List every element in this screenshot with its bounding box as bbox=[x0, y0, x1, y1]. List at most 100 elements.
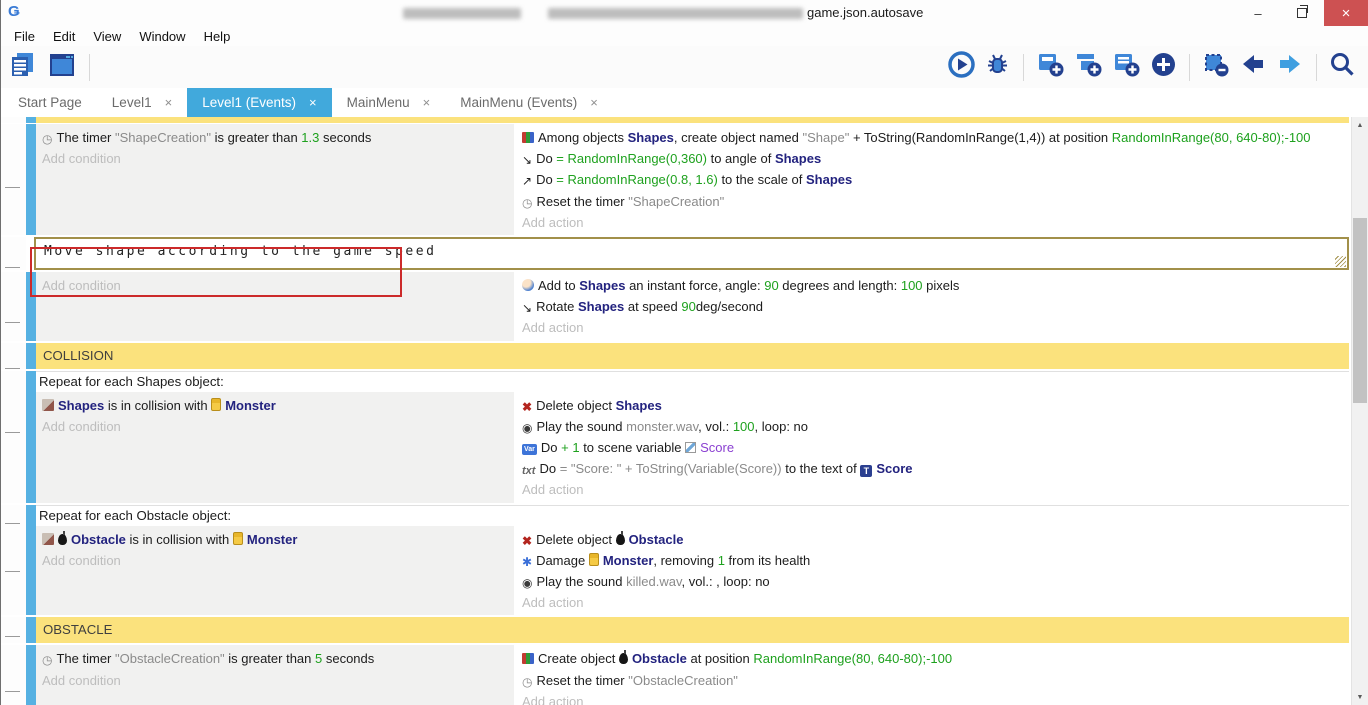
object-name: Shapes bbox=[775, 151, 821, 166]
text-segment: to the text of bbox=[782, 461, 861, 476]
condition-line[interactable]: ◷The timer "ObstacleCreation" is greater… bbox=[36, 648, 514, 669]
gutter-tick bbox=[5, 267, 20, 268]
remove-event-button[interactable] bbox=[1202, 51, 1230, 83]
add-comment-icon bbox=[1112, 51, 1141, 83]
add-action-button[interactable]: Add action bbox=[516, 592, 1349, 613]
event-selection-bar[interactable] bbox=[26, 617, 36, 643]
action-line[interactable]: Add to Shapes an instant force, angle: 9… bbox=[516, 275, 1349, 296]
open-project-button[interactable] bbox=[8, 51, 38, 84]
tab-close-icon[interactable]: × bbox=[165, 95, 173, 110]
timer-icon: ◷ bbox=[522, 197, 532, 209]
text-segment: 90 bbox=[681, 299, 695, 314]
restore-icon bbox=[1297, 8, 1307, 18]
condition-line[interactable]: ◷The timer "ShapeCreation" is greater th… bbox=[36, 127, 514, 148]
action-line[interactable]: Among objects Shapes, create object name… bbox=[516, 127, 1349, 148]
object-name: Shapes bbox=[579, 278, 625, 293]
event-selection-bar[interactable] bbox=[26, 392, 36, 503]
tab-level1-events[interactable]: Level1 (Events)× bbox=[187, 88, 331, 117]
vertical-scrollbar[interactable]: ▲ ▼ bbox=[1351, 117, 1368, 705]
action-line[interactable]: txtDo = "Score: " + ToString(Variable(Sc… bbox=[516, 458, 1349, 479]
event-selection-bar[interactable] bbox=[26, 526, 36, 616]
debug-button[interactable] bbox=[984, 51, 1011, 83]
text-segment: = RandomInRange(0,360) bbox=[556, 151, 707, 166]
add-comment-button[interactable] bbox=[1112, 51, 1141, 83]
timer-icon: ◷ bbox=[42, 133, 52, 145]
add-condition-button[interactable]: Add condition bbox=[36, 670, 514, 691]
tab-mainmenu-events[interactable]: MainMenu (Events)× bbox=[445, 88, 613, 117]
event-selection-bar[interactable] bbox=[26, 645, 36, 705]
action-line[interactable]: ◷Reset the timer "ShapeCreation" bbox=[516, 191, 1349, 212]
add-action-button[interactable]: Add action bbox=[516, 479, 1349, 500]
gutter-tick bbox=[5, 691, 20, 692]
add-action-button[interactable]: Add action bbox=[516, 317, 1349, 338]
menu-item-help[interactable]: Help bbox=[195, 29, 240, 44]
text-segment: killed.wav bbox=[626, 574, 681, 589]
text-segment: at speed bbox=[624, 299, 681, 314]
repeat-for-each-label[interactable]: Repeat for each Shapes object: bbox=[36, 371, 1349, 392]
repeat-for-each-label[interactable]: Repeat for each Obstacle object: bbox=[36, 505, 1349, 526]
group-band-obstacle[interactable]: OBSTACLE bbox=[36, 617, 1349, 643]
tab-start-page[interactable]: Start Page bbox=[3, 88, 97, 117]
variable-name: Score bbox=[700, 440, 734, 455]
menu-item-edit[interactable]: Edit bbox=[44, 29, 84, 44]
scrollbar-thumb[interactable] bbox=[1353, 218, 1367, 403]
action-line[interactable]: ↘Rotate Shapes at speed 90deg/second bbox=[516, 296, 1349, 317]
group-band-collision[interactable]: COLLISION bbox=[36, 343, 1349, 369]
tab-label: MainMenu bbox=[347, 95, 410, 110]
object-name: Obstacle bbox=[71, 532, 126, 547]
action-line[interactable]: VarDo + 1 to scene variable Score bbox=[516, 437, 1349, 458]
tab-level1[interactable]: Level1× bbox=[97, 88, 187, 117]
action-line[interactable]: ◷Reset the timer "ObstacleCreation" bbox=[516, 670, 1349, 691]
action-line[interactable]: ✖Delete object Shapes bbox=[516, 395, 1349, 416]
project-manager-button[interactable] bbox=[47, 51, 77, 84]
event-selection-bar[interactable] bbox=[26, 117, 36, 123]
add-action-button[interactable]: Add action bbox=[516, 691, 1349, 705]
action-line[interactable]: ◉Play the sound killed.wav, vol.: , loop… bbox=[516, 571, 1349, 592]
menu-item-window[interactable]: Window bbox=[130, 29, 194, 44]
action-line[interactable]: ↗Do = RandomInRange(0.8, 1.6) to the sca… bbox=[516, 169, 1349, 190]
window-title: game.json.autosave bbox=[807, 5, 923, 20]
add-condition-button[interactable]: Add condition bbox=[36, 416, 514, 437]
actions-cell: Add to Shapes an instant force, angle: 9… bbox=[514, 272, 1349, 341]
add-action-button[interactable]: Add action bbox=[516, 212, 1349, 233]
event-selection-bar[interactable] bbox=[26, 371, 36, 392]
events-sheet: ◷The timer "ShapeCreation" is greater th… bbox=[1, 117, 1368, 705]
tab-mainmenu[interactable]: MainMenu × bbox=[332, 88, 446, 117]
event-selection-bar[interactable] bbox=[26, 505, 36, 526]
menu-item-file[interactable]: File bbox=[5, 29, 44, 44]
add-event-button[interactable] bbox=[1036, 51, 1065, 83]
scroll-up-arrow-icon[interactable]: ▲ bbox=[1352, 117, 1368, 133]
action-line[interactable]: ◉Play the sound monster.wav, vol.: 100, … bbox=[516, 416, 1349, 437]
search-button[interactable] bbox=[1329, 51, 1356, 83]
add-other-button[interactable] bbox=[1150, 51, 1177, 83]
group-band-partial bbox=[1, 117, 1368, 123]
event-selection-bar[interactable] bbox=[26, 343, 36, 369]
tab-close-icon[interactable]: × bbox=[423, 95, 431, 110]
restore-button[interactable] bbox=[1280, 0, 1324, 26]
action-line[interactable]: ✖Delete object Obstacle bbox=[516, 529, 1349, 550]
scroll-down-arrow-icon[interactable]: ▼ bbox=[1352, 689, 1368, 705]
event-selection-bar[interactable] bbox=[26, 124, 36, 235]
menu-item-view[interactable]: View bbox=[84, 29, 130, 44]
condition-line[interactable]: Shapes is in collision with Monster bbox=[36, 395, 514, 416]
action-line[interactable]: Create object Obstacle at position Rando… bbox=[516, 648, 1349, 669]
undo-button[interactable] bbox=[1239, 52, 1267, 83]
comment-edit-box[interactable]: Move shape according to the game speed bbox=[34, 237, 1349, 270]
add-condition-button[interactable]: Add condition bbox=[36, 550, 514, 571]
tab-close-icon[interactable]: × bbox=[590, 95, 598, 110]
add-condition-button[interactable]: Add condition bbox=[36, 148, 514, 169]
add-condition-button[interactable]: Add condition bbox=[36, 275, 514, 296]
add-sub-event-button[interactable] bbox=[1074, 51, 1103, 83]
close-button[interactable]: × bbox=[1324, 0, 1368, 26]
action-line[interactable]: ↘Do = RandomInRange(0,360) to angle of S… bbox=[516, 148, 1349, 169]
play-button[interactable] bbox=[948, 51, 975, 83]
tab-close-icon[interactable]: × bbox=[309, 95, 317, 110]
event-selection-bar[interactable] bbox=[26, 272, 36, 341]
redo-button[interactable] bbox=[1276, 52, 1304, 83]
resize-handle-icon[interactable] bbox=[1335, 256, 1346, 267]
group-band[interactable] bbox=[36, 117, 1349, 123]
remove-event-icon bbox=[1202, 51, 1230, 83]
condition-line[interactable]: Obstacle is in collision with Monster bbox=[36, 529, 514, 550]
action-line[interactable]: ✱Damage Monster, removing 1 from its hea… bbox=[516, 550, 1349, 571]
minimize-button[interactable]: – bbox=[1236, 0, 1280, 26]
